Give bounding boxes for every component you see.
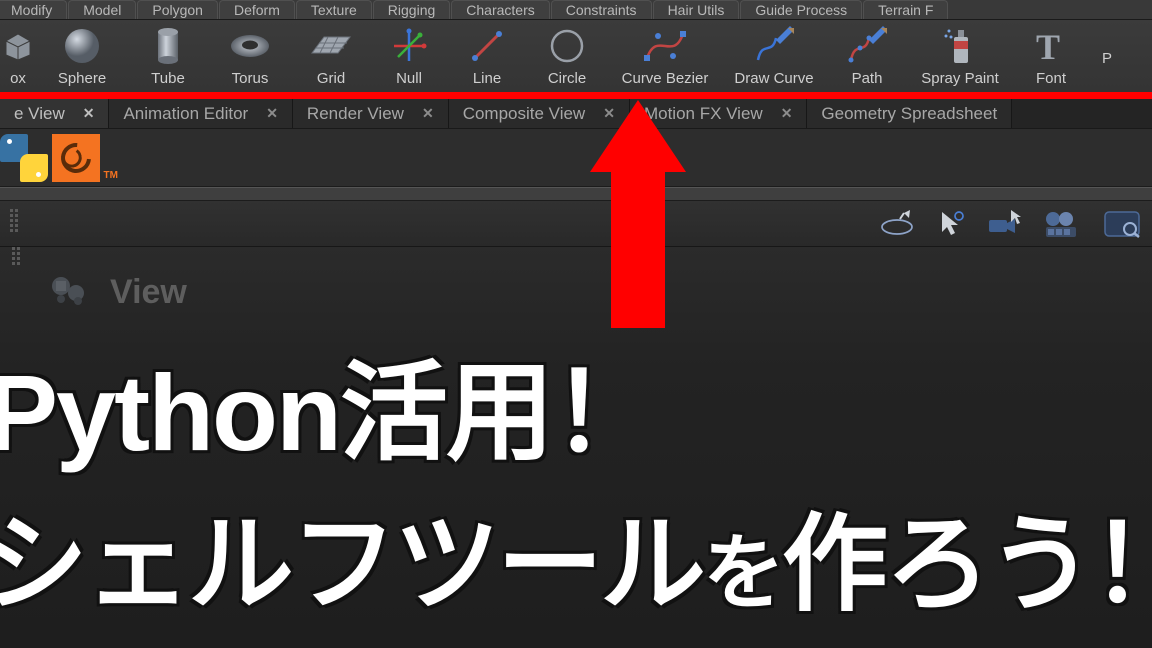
- close-icon[interactable]: ✕: [422, 105, 434, 122]
- overlay-title-2: シェルフツールを作ろう！: [0, 478, 1152, 632]
- shelf-tool-font[interactable]: T Font: [1012, 24, 1090, 92]
- shelf-label: Circle: [548, 70, 586, 87]
- tab-label: Render View: [307, 104, 404, 124]
- menu-item[interactable]: Terrain F: [863, 0, 948, 20]
- tab-scene-view[interactable]: e View ✕: [0, 99, 109, 129]
- close-icon[interactable]: ✕: [781, 105, 793, 122]
- shelf-label: ox: [10, 70, 26, 87]
- viewport-side-tools: [2, 247, 34, 271]
- draw-curve-icon: [752, 24, 796, 68]
- shelf-label: Draw Curve: [734, 70, 813, 87]
- select-arrow-icon[interactable]: [932, 207, 970, 241]
- close-icon[interactable]: ✕: [266, 105, 278, 122]
- shelf-label: Curve Bezier: [622, 70, 709, 87]
- tab-animation-editor[interactable]: Animation Editor ✕: [109, 99, 292, 129]
- viewport-title: View: [110, 273, 187, 312]
- overlay-title-1: Python活用！: [0, 326, 658, 482]
- tab-label: Animation Editor: [123, 104, 248, 124]
- line-icon: [465, 24, 509, 68]
- shelf-toolbar: ox Sphere Tube Torus Grid Null Line: [0, 20, 1152, 92]
- drag-handle-icon[interactable]: [12, 247, 24, 271]
- menu-item[interactable]: Guide Process: [740, 0, 862, 20]
- shelf-label: Torus: [232, 70, 269, 87]
- shelf-tool-line[interactable]: Line: [448, 24, 526, 92]
- annotation-arrow: [598, 100, 678, 328]
- shelf-edge: P: [1090, 24, 1124, 92]
- menu-item[interactable]: Modify: [0, 0, 67, 20]
- tab-label: Composite View: [463, 104, 586, 124]
- shelf-tool-tube[interactable]: Tube: [128, 24, 208, 92]
- camera-arrow-icon[interactable]: [986, 207, 1024, 241]
- font-icon: T: [1029, 24, 1073, 68]
- svg-text:T: T: [1036, 27, 1060, 65]
- torus-icon: [228, 24, 272, 68]
- bezier-icon: [643, 24, 687, 68]
- custom-shelf-strip: TM: [0, 129, 1152, 187]
- viewport-gizmo-icon[interactable]: [46, 271, 94, 311]
- frame-region-icon[interactable]: [1100, 207, 1144, 241]
- houdini-icon[interactable]: TM: [52, 134, 100, 182]
- circle-icon: [545, 24, 589, 68]
- python-icon[interactable]: [0, 134, 48, 182]
- tm-label: TM: [104, 170, 118, 181]
- shelf-tool-curve-bezier[interactable]: Curve Bezier: [608, 24, 722, 92]
- highlight-line: [0, 92, 1152, 99]
- shelf-label: Line: [473, 70, 501, 87]
- orbit-camera-icon[interactable]: [878, 207, 916, 241]
- shelf-label: Grid: [317, 70, 345, 87]
- shelf-label: Null: [396, 70, 422, 87]
- menu-item[interactable]: Model: [68, 0, 136, 20]
- tab-bar: e View ✕ Animation Editor ✕ Render View …: [0, 99, 1152, 129]
- shelf-tool-box[interactable]: ox: [0, 24, 36, 92]
- separator-bar: [0, 187, 1152, 201]
- shelf-label: Tube: [151, 70, 185, 87]
- render-preview-icon[interactable]: [1040, 207, 1084, 241]
- shelf-tool-grid[interactable]: Grid: [292, 24, 370, 92]
- tab-label: Geometry Spreadsheet: [821, 104, 997, 124]
- menu-item[interactable]: Polygon: [137, 0, 218, 20]
- menu-item[interactable]: Characters: [451, 0, 549, 20]
- spray-paint-icon: [938, 24, 982, 68]
- menu-bar: Modify Model Polygon Deform Texture Rigg…: [0, 0, 1152, 20]
- shelf-tool-spray-paint[interactable]: Spray Paint: [908, 24, 1012, 92]
- menu-item[interactable]: Texture: [296, 0, 372, 20]
- shelf-tool-sphere[interactable]: Sphere: [36, 24, 128, 92]
- grid-icon: [309, 24, 353, 68]
- shelf-label: Font: [1036, 70, 1066, 87]
- shelf-tool-draw-curve[interactable]: Draw Curve: [722, 24, 826, 92]
- tab-label: e View: [14, 104, 65, 124]
- shelf-label: Sphere: [58, 70, 106, 87]
- menu-item[interactable]: Rigging: [373, 0, 450, 20]
- drag-handle-icon[interactable]: [10, 209, 24, 239]
- null-icon: [387, 24, 431, 68]
- shelf-label: Spray Paint: [921, 70, 999, 87]
- menu-item[interactable]: Hair Utils: [653, 0, 740, 20]
- viewport-toolbar: [0, 201, 1152, 247]
- tube-icon: [146, 24, 190, 68]
- menu-item[interactable]: Deform: [219, 0, 295, 20]
- shelf-tool-torus[interactable]: Torus: [208, 24, 292, 92]
- path-icon: [845, 24, 889, 68]
- close-icon[interactable]: ✕: [83, 105, 95, 122]
- shelf-tool-null[interactable]: Null: [370, 24, 448, 92]
- tab-geometry-spreadsheet[interactable]: Geometry Spreadsheet: [807, 99, 1012, 129]
- box-icon: [0, 24, 40, 68]
- sphere-icon: [60, 24, 104, 68]
- shelf-label: Path: [852, 70, 883, 87]
- menu-item[interactable]: Constraints: [551, 0, 652, 20]
- shelf-tool-circle[interactable]: Circle: [526, 24, 608, 92]
- shelf-tool-path[interactable]: Path: [826, 24, 908, 92]
- tab-render-view[interactable]: Render View ✕: [293, 99, 449, 129]
